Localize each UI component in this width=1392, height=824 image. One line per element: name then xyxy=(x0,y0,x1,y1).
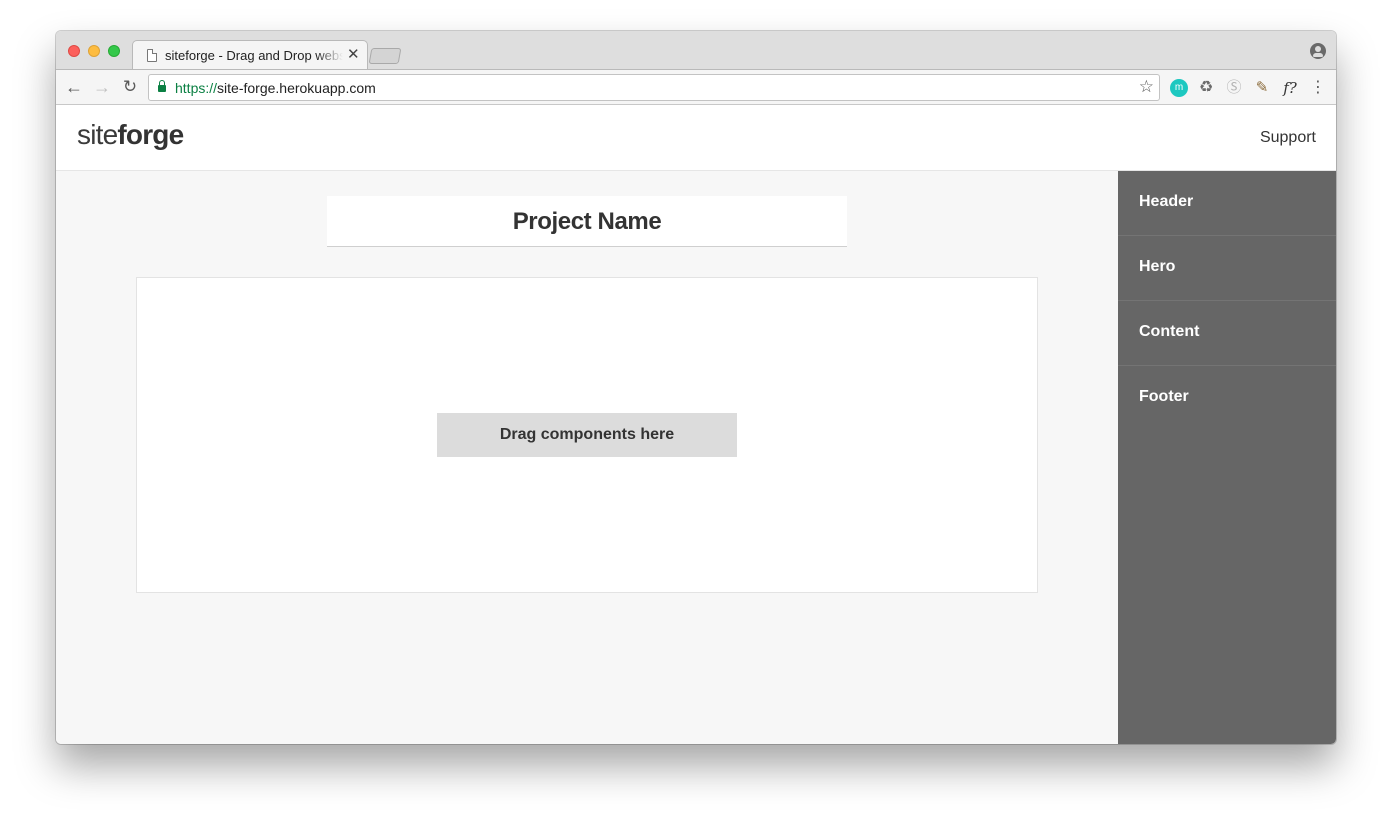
logo-bold: forge xyxy=(117,119,184,150)
support-link[interactable]: Support xyxy=(1260,129,1316,147)
address-bar[interactable]: https://site-forge.herokuapp.com ☆ xyxy=(148,74,1160,101)
font-extension-icon[interactable]: f? xyxy=(1281,79,1299,97)
browser-toolbar: ← → ↻ https://site-forge.herokuapp.com ☆… xyxy=(56,69,1336,105)
logo-light: site xyxy=(77,119,118,150)
reload-icon[interactable]: ↻ xyxy=(120,77,140,97)
component-sidebar: Header Hero Content Footer xyxy=(1118,171,1336,744)
page-icon xyxy=(147,49,157,62)
bookmark-star-icon[interactable]: ☆ xyxy=(1139,77,1154,97)
browser-tab[interactable]: siteforge - Drag and Drop website builde… xyxy=(132,40,368,70)
browser-window: siteforge - Drag and Drop website builde… xyxy=(56,31,1336,744)
url-host: site-forge.herokuapp.com xyxy=(217,80,376,96)
url-scheme: https:// xyxy=(175,80,218,96)
tab-close-icon[interactable]: ✕ xyxy=(347,46,360,64)
logo[interactable]: siteforge xyxy=(77,119,184,151)
drop-zone[interactable]: Drag components here xyxy=(437,413,737,457)
maximize-window-button[interactable] xyxy=(108,45,120,57)
extension-m-icon[interactable]: m xyxy=(1170,79,1188,97)
eyedropper-extension-icon[interactable]: ✎ xyxy=(1253,79,1271,97)
forward-arrow-icon[interactable]: → xyxy=(92,77,112,97)
profile-icon[interactable] xyxy=(1310,43,1326,59)
sidebar-item-hero[interactable]: Hero xyxy=(1118,236,1336,301)
lock-icon xyxy=(158,80,166,92)
skype-extension-icon[interactable]: Ⓢ xyxy=(1225,79,1243,97)
title-bar: siteforge - Drag and Drop website builde… xyxy=(56,31,1336,70)
recycle-extension-icon[interactable]: ♻ xyxy=(1197,79,1215,97)
sidebar-item-content[interactable]: Content xyxy=(1118,301,1336,366)
project-name-box[interactable]: Project Name xyxy=(327,196,847,247)
top-navigation: siteforge Support xyxy=(56,105,1336,171)
close-window-button[interactable] xyxy=(68,45,80,57)
sidebar-item-footer[interactable]: Footer xyxy=(1118,366,1336,431)
browser-menu-icon[interactable]: ⋮ xyxy=(1309,79,1327,97)
url-text[interactable]: https://site-forge.herokuapp.com xyxy=(175,80,376,96)
build-canvas[interactable]: Drag components here xyxy=(136,277,1038,593)
new-tab-button[interactable] xyxy=(368,48,402,64)
sidebar-item-header[interactable]: Header xyxy=(1118,171,1336,236)
minimize-window-button[interactable] xyxy=(88,45,100,57)
back-arrow-icon[interactable]: ← xyxy=(64,77,84,97)
page: siteforge Support Project Name Drag comp… xyxy=(56,105,1336,744)
tab-title: siteforge - Drag and Drop website builde… xyxy=(165,48,343,63)
project-name[interactable]: Project Name xyxy=(327,196,847,248)
